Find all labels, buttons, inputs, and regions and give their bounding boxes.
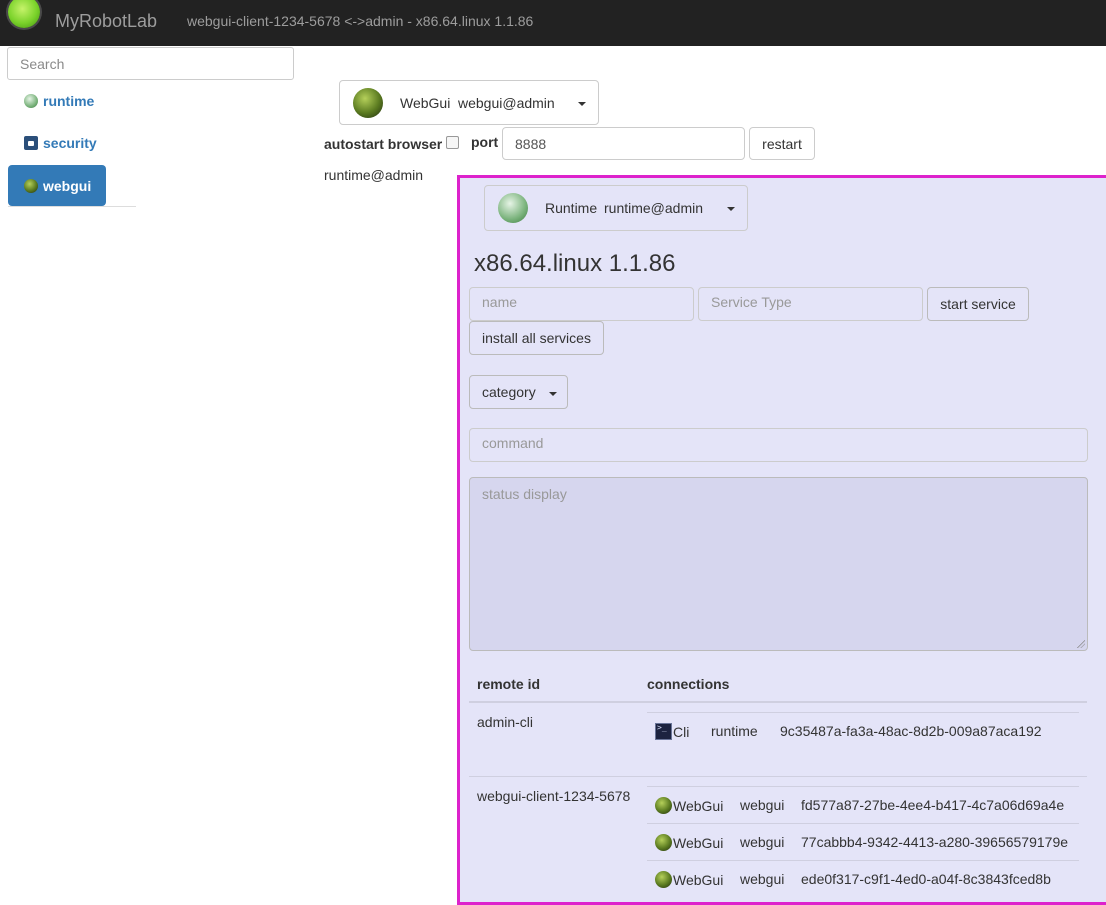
lock-icon	[24, 135, 38, 150]
runtime-label: runtime@admin	[324, 167, 424, 183]
chevron-down-icon	[727, 207, 735, 211]
top-navbar: MyRobotLab webgui-client-1234-5678 <->ad…	[0, 0, 1106, 46]
runtime-service-dropdown[interactable]: Runtime runtime@admin	[484, 185, 748, 231]
remote-id-cell: webgui-client-1234-5678	[477, 788, 631, 804]
globe-icon	[24, 178, 38, 193]
resize-handle-icon[interactable]	[1077, 640, 1085, 648]
search-input[interactable]	[7, 47, 294, 80]
autostart-browser-label: autostart browser	[324, 136, 443, 152]
table-divider	[469, 701, 1087, 703]
sidebar-item-label: runtime	[43, 92, 95, 109]
connection-type-label: WebGui	[673, 872, 724, 888]
port-input[interactable]	[502, 127, 745, 160]
brand-title[interactable]: MyRobotLab	[55, 11, 157, 32]
category-dropdown[interactable]: category	[469, 375, 568, 409]
name-input[interactable]: name	[469, 287, 694, 321]
connection-name-cell: webgui	[740, 834, 785, 850]
install-all-services-button[interactable]: install all services	[469, 321, 604, 355]
chevron-down-icon	[549, 392, 557, 396]
connections-header: connections	[647, 676, 730, 692]
table-divider	[647, 712, 1079, 713]
connection-id-cell: fd577a87-27be-4ee4-b417-4c7a06d69a4e	[801, 797, 1065, 813]
sidebar-divider	[8, 206, 136, 207]
connection-type-cell: WebGui	[655, 871, 723, 888]
connection-type-cell: WebGui	[655, 797, 723, 814]
globe-icon	[655, 797, 672, 814]
table-divider	[647, 786, 1079, 787]
connection-type-label: WebGui	[673, 835, 724, 851]
globe-icon	[655, 834, 672, 851]
port-label: port	[471, 134, 499, 150]
start-service-button[interactable]: start service	[927, 287, 1029, 321]
connection-id-cell: 77cabbb4-9342-4413-a280-39656579179e	[801, 834, 1069, 850]
terminal-icon	[655, 723, 672, 740]
service-name-label: runtime@admin	[604, 200, 704, 216]
sidebar-item-label: webgui	[43, 177, 92, 194]
restart-button[interactable]: restart	[749, 127, 815, 160]
globe-icon	[353, 88, 383, 118]
table-divider	[469, 776, 1087, 777]
connection-id-cell: ede0f317-c9f1-4ed0-a04f-8c3843fced8b	[801, 871, 1051, 887]
sidebar-item-webgui[interactable]: webgui	[8, 165, 106, 206]
remote-id-cell: admin-cli	[477, 714, 534, 730]
mrl-logo-icon[interactable]	[8, 0, 40, 28]
autostart-browser-checkbox[interactable]	[446, 136, 459, 149]
table-divider	[647, 823, 1079, 824]
connection-name-cell: webgui	[740, 871, 785, 887]
remote-id-header: remote id	[477, 676, 541, 692]
platform-title: x86.64.linux 1.1.86	[474, 250, 676, 277]
service-name-label: webgui@admin	[458, 95, 555, 111]
sidebar-item-label: security	[43, 134, 97, 151]
connection-name-cell: runtime	[711, 723, 758, 739]
service-type-label: WebGui	[400, 95, 451, 111]
connection-type-label: WebGui	[673, 798, 724, 814]
sidebar-item-security[interactable]: security	[8, 122, 106, 163]
connection-name-cell: webgui	[740, 797, 785, 813]
command-input[interactable]: command	[469, 428, 1088, 462]
connection-type-cell: Cli	[655, 723, 689, 740]
sidebar-item-runtime[interactable]: runtime	[8, 80, 106, 121]
status-placeholder: status display	[482, 486, 567, 502]
service-type-label: Runtime	[545, 200, 598, 216]
runtime-icon	[498, 193, 528, 223]
chevron-down-icon	[578, 102, 586, 106]
globe-icon	[655, 871, 672, 888]
webgui-service-dropdown[interactable]: WebGui webgui@admin	[339, 80, 599, 125]
table-divider	[647, 860, 1079, 861]
category-label: category	[482, 384, 536, 400]
connection-info: webgui-client-1234-5678 <->admin - x86.6…	[187, 13, 534, 29]
connection-type-cell: WebGui	[655, 834, 723, 851]
service-type-input[interactable]: Service Type	[698, 287, 923, 321]
connection-id-cell: 9c35487a-fa3a-48ac-8d2b-009a87aca192	[780, 723, 1042, 739]
status-display[interactable]: status display	[469, 477, 1088, 651]
connection-type-label: Cli	[673, 724, 690, 740]
runtime-icon	[24, 93, 38, 108]
